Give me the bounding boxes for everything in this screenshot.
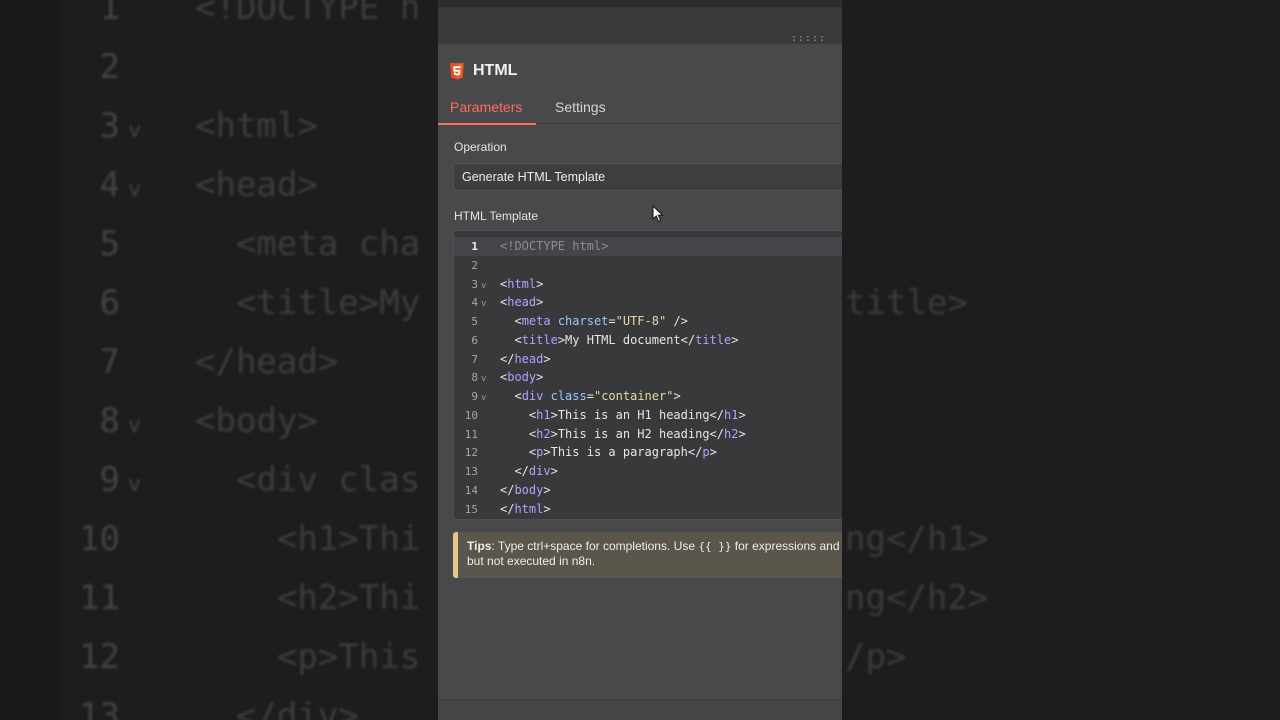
line-number: 6 (471, 333, 478, 347)
code-line[interactable]: 8 v <body> (454, 368, 842, 387)
panel-top-bar: ::::: (438, 0, 842, 44)
html5-icon (450, 62, 464, 79)
code-line[interactable]: 2 (454, 256, 842, 275)
code-line[interactable]: 10 <h1>This is an H1 heading</h1> (454, 406, 842, 425)
code-text: <div class="container"> (514, 389, 681, 403)
line-number: 4 (471, 296, 478, 310)
tips-text-before: : Type ctrl+space for completions. Use (491, 539, 699, 553)
code-line[interactable]: 7 </head> (454, 350, 842, 369)
background-code-fragment-text: title> (845, 283, 968, 323)
background-code-fragment-text: /p> (845, 637, 907, 677)
line-number: 12 (464, 446, 478, 460)
background-line-number: 13 (79, 696, 120, 720)
code-line[interactable]: 15 </html> (454, 500, 842, 519)
code-text: <h1>This is an H1 heading</h1> (528, 407, 746, 422)
line-number: 11 (464, 427, 478, 441)
background-line-number: 3 (99, 106, 120, 146)
node-header: HTML (450, 60, 517, 82)
line-number: 10 (464, 408, 478, 422)
background-fold-chevron-icon: v (128, 177, 142, 202)
code-text: <html> (500, 276, 544, 291)
background-line-number: 4 (99, 165, 120, 205)
background-fold-chevron-icon: v (128, 413, 142, 438)
code-line[interactable]: 5 <meta charset="UTF-8" /> (454, 312, 842, 331)
html-template-label: HTML Template (454, 209, 539, 223)
background-code-text: <meta cha (195, 224, 421, 264)
background-code-fragment-text: ng</h2> (845, 578, 989, 618)
code-text: <h2>This is an H2 heading</h2> (528, 426, 746, 441)
code-text: <head> (500, 295, 544, 310)
background-line-number: 9 (99, 460, 120, 500)
code-line[interactable]: 12 <p>This is a paragraph</p> (454, 443, 842, 462)
html-node-panel: ::::: HTML Parameters Settings Operation… (438, 0, 842, 720)
mouse-pointer-icon (652, 205, 664, 223)
line-number: 1 (471, 240, 478, 253)
background-code-text: <html> (195, 106, 318, 146)
background-code-text: </div> (195, 696, 359, 720)
code-text: </head> (500, 351, 551, 366)
node-title: HTML (473, 62, 518, 79)
background-line-number: 7 (99, 342, 120, 382)
line-number: 13 (464, 465, 478, 478)
operation-select-value: Generate HTML Template (462, 170, 606, 184)
line-number: 9 (471, 390, 478, 403)
code-text: <!DOCTYPE html> (500, 239, 609, 253)
line-number: 8 (471, 371, 478, 385)
html-template-editor[interactable]: 1 <!DOCTYPE html> 2 3 v <html> 4 v <head> 5 <meta… (453, 230, 842, 520)
code-line[interactable]: 6 <title>My HTML document</title> (454, 331, 842, 350)
background-code-text: <!DOCTYPE h (195, 0, 421, 28)
tips-text-line2: but not executed in n8n. (467, 554, 596, 568)
code-line[interactable]: 14 </body> (454, 481, 842, 500)
operation-label: Operation (454, 140, 507, 154)
code-line[interactable]: 1 <!DOCTYPE html> (454, 237, 842, 256)
code-line[interactable]: 4 v <head> (454, 293, 842, 312)
code-text: <title>My HTML document</title> (514, 332, 739, 347)
panel-bottom-bar (438, 699, 842, 720)
line-number: 5 (471, 315, 478, 328)
code-text: </html> (500, 501, 551, 516)
background-code-text: <div clas (195, 460, 421, 500)
code-line[interactable]: 9v <div class="container"> (454, 387, 842, 406)
background-code-text: </head> (195, 342, 339, 382)
node-tabs: Parameters Settings (438, 94, 842, 125)
code-line[interactable]: 11 <h2>This is an H2 heading</h2> (454, 425, 842, 444)
line-number: 2 (471, 258, 478, 272)
tips-expression-code: {{ }} (698, 540, 732, 553)
drag-handle-icon[interactable]: ::::: (791, 33, 826, 44)
background-fold-chevron-icon: v (128, 472, 142, 497)
background-line-number: 1 (99, 0, 120, 28)
line-number: 7 (471, 352, 478, 366)
tips-callout: Tips: Type ctrl+space for completions. U… (453, 532, 842, 578)
code-text: <p>This is a paragraph</p> (528, 445, 717, 460)
code-line[interactable]: 13 </div> (454, 462, 842, 481)
node-parameters-area: HTML Parameters Settings Operation Gener… (438, 44, 842, 720)
code-line[interactable]: 3 v <html> (454, 275, 842, 294)
code-text: </div> (514, 464, 558, 478)
tips-label: Tips (467, 539, 492, 553)
tab-parameters[interactable]: Parameters (438, 99, 537, 125)
background-line-number: 5 (99, 224, 120, 264)
operation-select[interactable]: Generate HTML Template (453, 163, 842, 191)
background-fold-chevron-icon: v (128, 118, 142, 143)
background-code-text: <head> (195, 165, 318, 205)
line-number: 14 (464, 483, 478, 497)
background-line-number: 2 (99, 47, 120, 87)
line-number: 15 (464, 502, 478, 516)
background-code-fragment-text: ng</h1> (845, 519, 989, 559)
tab-settings[interactable]: Settings (555, 99, 606, 124)
code-text: <body> (500, 370, 544, 385)
code-text: <meta charset="UTF-8" /> (514, 314, 688, 328)
background-line-number: 8 (99, 401, 120, 441)
code-text: </body> (500, 482, 551, 497)
tips-text-after: for expressions and (731, 539, 840, 553)
background-code-text: <body> (195, 401, 318, 441)
line-number: 3 (471, 277, 478, 291)
